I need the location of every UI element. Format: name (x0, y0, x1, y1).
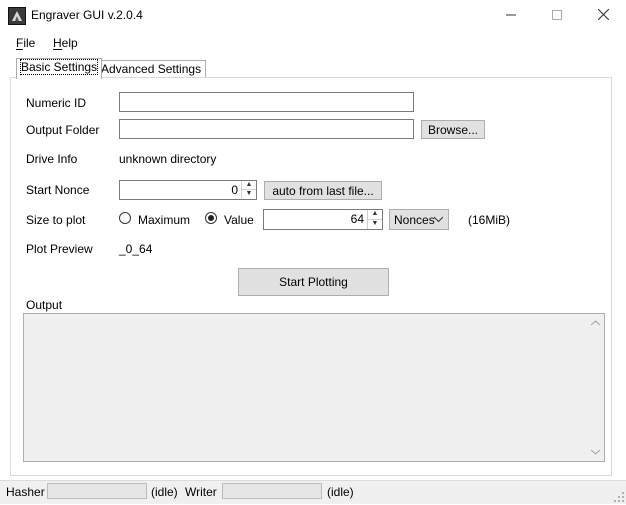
output-folder-input[interactable] (119, 119, 414, 139)
unit-select[interactable]: Nonces (389, 209, 449, 230)
app-logo-icon (8, 7, 26, 25)
size-to-plot-label: Size to plot (26, 213, 86, 227)
down-arrow-icon[interactable]: ▼ (242, 190, 256, 199)
tab-basic-settings[interactable]: Basic Settings (16, 58, 103, 79)
file-mnemonic-underline (16, 49, 23, 50)
start-nonce-arrows[interactable]: ▲ ▼ (241, 181, 256, 199)
start-plotting-button[interactable]: Start Plotting (238, 268, 389, 296)
output-folder-label: Output Folder (26, 123, 100, 137)
writer-state: (idle) (327, 485, 354, 499)
minimize-icon (506, 7, 516, 23)
up-arrow-icon[interactable]: ▲ (368, 210, 382, 220)
menu-bar (0, 33, 626, 53)
size-value: 64 (350, 212, 364, 226)
close-button[interactable] (580, 0, 626, 30)
down-arrow-icon[interactable]: ▼ (368, 220, 382, 230)
plot-preview-label: Plot Preview (26, 242, 93, 256)
output-label: Output (26, 298, 63, 312)
drive-info-value: unknown directory (119, 152, 217, 166)
drive-info-label: Drive Info (26, 152, 78, 166)
maximum-radio[interactable] (119, 212, 131, 224)
size-note: (16MiB) (468, 213, 511, 227)
menu-file[interactable]: File (16, 36, 35, 50)
unit-select-value: Nonces (394, 213, 435, 227)
browse-button[interactable]: Browse... (421, 120, 485, 139)
scroll-up-icon[interactable] (587, 318, 603, 328)
size-value-stepper[interactable]: 64 ▲ ▼ (263, 209, 383, 230)
scroll-down-icon[interactable] (587, 447, 603, 457)
plot-preview-value: _0_64 (119, 242, 153, 256)
writer-progress-bar (222, 483, 322, 499)
minimize-button[interactable] (488, 0, 534, 30)
writer-label: Writer (185, 485, 217, 499)
size-value-arrows[interactable]: ▲ ▼ (367, 210, 382, 229)
up-arrow-icon[interactable]: ▲ (242, 181, 256, 190)
hasher-label: Hasher (6, 485, 45, 499)
help-mnemonic-underline (53, 49, 62, 50)
numeric-id-label: Numeric ID (26, 96, 87, 110)
value-radio[interactable] (205, 212, 217, 224)
output-scrollbar[interactable] (587, 315, 603, 460)
maximize-icon (552, 7, 562, 23)
chevron-down-icon (433, 213, 444, 228)
window-title: Engraver GUI v.2.0.4 (31, 8, 143, 22)
close-icon (597, 7, 609, 23)
hasher-state: (idle) (151, 485, 178, 499)
start-nonce-label: Start Nonce (26, 183, 90, 197)
start-nonce-value: 0 (231, 183, 238, 197)
numeric-id-input[interactable] (119, 92, 414, 112)
output-textarea[interactable] (23, 313, 605, 462)
menu-help[interactable]: Help (53, 36, 78, 50)
value-radio-label[interactable]: Value (224, 213, 254, 227)
maximize-button[interactable] (534, 0, 580, 30)
start-nonce-stepper[interactable]: 0 ▲ ▼ (119, 180, 257, 200)
maximum-radio-label[interactable]: Maximum (138, 213, 190, 227)
hasher-progress-bar (47, 483, 147, 499)
resize-grip-icon[interactable] (614, 491, 624, 502)
auto-from-last-file-button[interactable]: auto from last file... (264, 181, 382, 200)
